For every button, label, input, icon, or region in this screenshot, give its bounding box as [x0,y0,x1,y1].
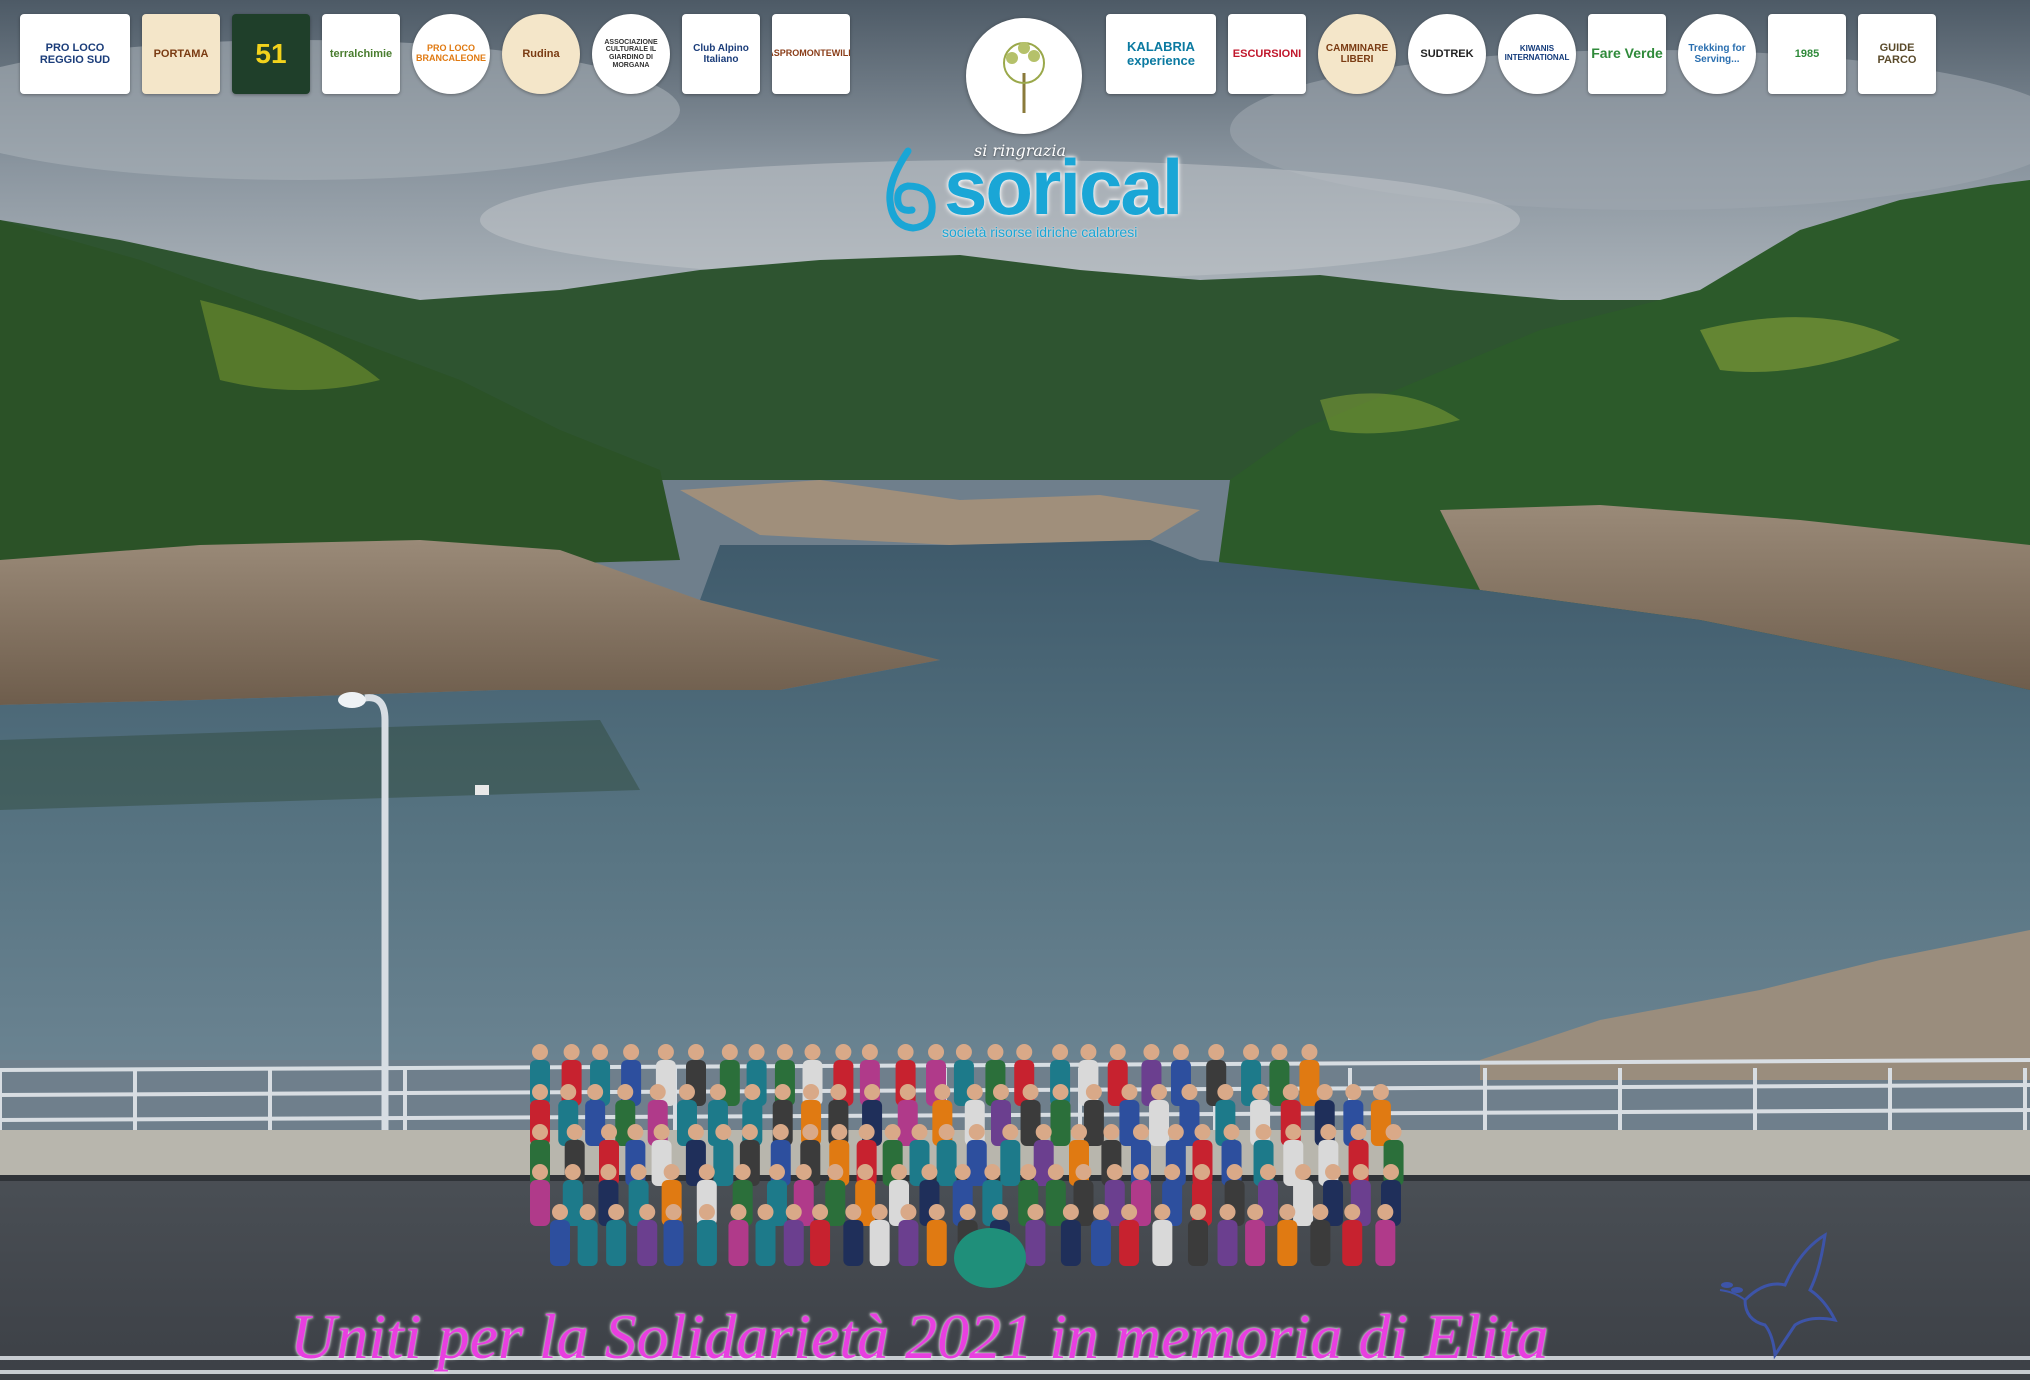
hiker [1083,1084,1104,1146]
olive-tree-emblem-graphic [1003,42,1045,113]
hiker [825,1164,846,1226]
sponsor-logos-left: PRO LOCO REGGIO SUD PORTAMA 51 terralchi… [20,14,850,94]
hiker [1342,1204,1363,1266]
sponsor-logos-right: KALABRIA experience ESCURSIONI CAMMINARE… [1106,14,1936,94]
olive-tree-emblem-icon [966,18,1082,134]
hiker [966,1124,987,1186]
hiker [663,1204,684,1266]
sponsor-logo: ESCURSIONI [1228,14,1306,94]
sponsor-logo: ASSOCIAZIONE CULTURALE IL GIARDINO DI MO… [592,14,670,94]
hiker [1149,1084,1170,1146]
hiker [898,1204,919,1266]
hiker [696,1204,717,1266]
tree-logo-icon: Rudina [522,47,560,60]
hiker [1119,1204,1140,1266]
sponsor-logo: ASPROMONTEWILD [772,14,850,94]
hiker [530,1164,550,1226]
center-shore-rock [680,480,1200,545]
mountain-logo-icon: ASPROMONTEWILD [772,48,850,59]
sponsor-logo: KIWANIS INTERNATIONAL [1498,14,1576,94]
photo-caption: Uniti per la Solidarietà 2021 in memoria… [290,1301,1549,1372]
hiker [1104,1164,1125,1226]
water-drop-spiral-icon [886,147,936,232]
hiker [869,1204,890,1266]
sponsor-logo: GUIDE PARCO [1858,14,1936,94]
hiker [606,1204,627,1266]
walker-logo-icon: 1985 [1794,47,1820,60]
hiker [1217,1204,1238,1266]
dove-with-olive-branch-icon [1719,1232,1838,1360]
hiker [1025,1204,1046,1266]
trekking-logo-icon: Trekking for Serving... [1688,43,1746,65]
hiker [1299,1044,1320,1106]
hiker [585,1084,606,1146]
sponsor-logo: PRO LOCO BRANCALEONE [412,14,490,94]
sponsor-logo: 51 [232,14,310,94]
hiker [728,1204,749,1266]
sponsor-logo: CAMMINARE LIBERI [1318,14,1396,94]
hiker [1310,1204,1331,1266]
hiker [1045,1164,1066,1226]
spiral-logo-icon: terralchimie [329,47,393,60]
sponsor-name: sorical [944,143,1183,231]
sun-palm-logo-icon: PRO LOCO BRANCALEONE [415,43,486,63]
circle-badge-logo-icon: KALABRIA experience [1127,38,1195,68]
hiker [1375,1204,1396,1266]
green-umbrella [954,1228,1026,1288]
hiker [936,1124,957,1186]
leaf-logo-icon: Fare Verde [1591,45,1663,62]
hiker [1000,1124,1021,1186]
hiker [755,1204,776,1266]
sponsor-tagline: società risorse idriche calabresi [942,224,1138,240]
sponsor-logo: KALABRIA experience [1106,14,1216,94]
hiker [550,1204,570,1266]
hiker [843,1204,864,1266]
sponsor-logo: PORTAMA [142,14,220,94]
sponsor-logo: PRO LOCO REGGIO SUD [20,14,130,94]
sponsor-logo: Fare Verde [1588,14,1666,94]
sponsor-logo: Club Alpino Italiano [682,14,760,94]
hiker [926,1204,947,1266]
hiker [1245,1204,1266,1266]
sponsor-logo: terralchimie [322,14,400,94]
hiker [1050,1084,1071,1146]
fitness-logo-icon: 51 [255,37,287,69]
hiker-silhouette-logo-icon: ESCURSIONI [1232,47,1302,60]
mountains-logo-icon: GUIDE PARCO [1877,41,1917,66]
hiker [1187,1204,1208,1266]
boat-logo-icon: PRO LOCO REGGIO SUD [39,41,111,66]
buoy [475,785,489,795]
hiker [637,1204,658,1266]
mountain-circle-logo-icon: SUDTREK [1420,47,1474,60]
hiker [713,1124,734,1186]
sponsor-logo: 1985 [1768,14,1846,94]
hiker [1060,1204,1081,1266]
mountain-trail-logo-icon: PORTAMA [153,47,209,60]
sponsor-logo: Rudina [502,14,580,94]
hiker [1293,1164,1314,1226]
sponsor-logo: Trekking for Serving... [1678,14,1756,94]
hiker [577,1204,598,1266]
kiwanis-logo-icon: KIWANIS INTERNATIONAL [1504,44,1570,62]
sponsor-logo: SUDTREK [1408,14,1486,94]
hiker [1277,1204,1298,1266]
hiker [1152,1204,1173,1266]
compass-logo-icon: CAMMINARE LIBERI [1325,43,1389,65]
hiker [1091,1204,1112,1266]
cai-shield-logo-icon: Club Alpino Italiano [693,43,749,65]
statue-head-logo-icon: ASSOCIAZIONE CULTURALE IL GIARDINO DI MO… [604,38,658,69]
hiker [810,1204,831,1266]
hiker [783,1204,804,1266]
